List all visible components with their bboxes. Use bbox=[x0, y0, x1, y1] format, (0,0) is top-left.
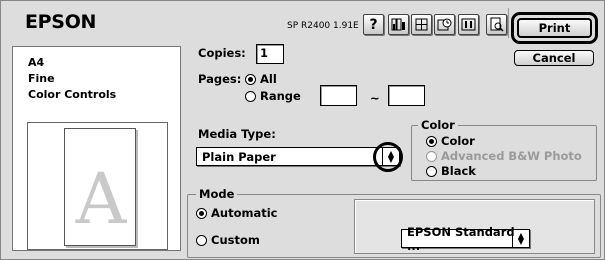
preview-page: A bbox=[64, 128, 136, 246]
print-button[interactable]: Print bbox=[517, 18, 592, 38]
background-print-button[interactable] bbox=[434, 14, 455, 35]
preview-button[interactable] bbox=[486, 14, 507, 35]
toolbar-separator bbox=[508, 8, 509, 38]
custom-radio-dot bbox=[196, 234, 207, 246]
color-option-color[interactable]: Color bbox=[426, 134, 475, 148]
pages-label: Pages: bbox=[198, 72, 242, 86]
automatic-label: Automatic bbox=[211, 206, 278, 220]
brand-logo: EPSON bbox=[25, 11, 97, 33]
cancel-button[interactable]: Cancel bbox=[514, 50, 594, 66]
range-to-field[interactable] bbox=[388, 85, 425, 106]
color-group-title: Color bbox=[418, 118, 458, 132]
color-option-advanced-bw: Advanced B&W Photo bbox=[426, 149, 582, 163]
advanced-bw-radio-dot bbox=[426, 150, 437, 162]
help-button[interactable]: ? bbox=[363, 14, 384, 35]
pages-all-label: All bbox=[260, 72, 277, 86]
preview-letter: A bbox=[75, 158, 127, 240]
page-setup-button[interactable] bbox=[411, 14, 432, 35]
print-dialog: EPSON SP R2400 1.91E ? Print Cancel A4 F… bbox=[0, 0, 605, 260]
color-radio-dot bbox=[426, 135, 437, 147]
ink-levels-icon bbox=[391, 18, 405, 31]
summary-paper-size: A4 bbox=[28, 56, 45, 69]
summary-quality: Fine bbox=[28, 72, 55, 85]
range-from-field[interactable] bbox=[320, 85, 357, 106]
media-type-label: Media Type: bbox=[198, 127, 276, 141]
media-type-popup[interactable]: Plain Paper ▲ ▼ bbox=[196, 147, 400, 166]
pages-all-radio[interactable]: All bbox=[245, 72, 277, 86]
custom-settings-value: EPSON Standard ... bbox=[407, 224, 515, 253]
color-option-black[interactable]: Black bbox=[426, 164, 476, 178]
page-preview: A bbox=[27, 122, 168, 250]
media-popup-highlight bbox=[373, 142, 403, 172]
advanced-bw-label: Advanced B&W Photo bbox=[441, 149, 582, 163]
pages-range-radio-dot bbox=[245, 90, 256, 102]
pages-all-radio-dot bbox=[245, 73, 256, 85]
driver-version: SP R2400 1.91E bbox=[287, 21, 359, 31]
range-separator: ~ bbox=[370, 91, 380, 105]
color-option-label: Color bbox=[441, 134, 475, 148]
mode-group-title: Mode bbox=[196, 187, 238, 201]
layout-button[interactable] bbox=[458, 14, 479, 35]
automatic-radio-dot bbox=[196, 207, 207, 219]
layout-icon bbox=[461, 18, 476, 31]
black-option-label: Black bbox=[441, 164, 476, 178]
mode-custom-radio[interactable]: Custom bbox=[196, 233, 260, 247]
media-type-value: Plain Paper bbox=[202, 149, 276, 164]
pages-range-label: Range bbox=[260, 89, 301, 103]
black-radio-dot bbox=[426, 165, 437, 177]
background-print-icon bbox=[437, 18, 452, 31]
help-icon: ? bbox=[369, 16, 378, 33]
copies-field[interactable]: 1 bbox=[256, 44, 284, 64]
mode-automatic-radio[interactable]: Automatic bbox=[196, 206, 277, 220]
copies-label: Copies: bbox=[198, 46, 246, 60]
preview-icon bbox=[490, 17, 504, 32]
pages-range-radio[interactable]: Range bbox=[245, 89, 301, 103]
summary-color-mode: Color Controls bbox=[28, 88, 117, 101]
custom-settings-popup[interactable]: EPSON Standard ... ▲ ▼ bbox=[401, 225, 530, 253]
custom-popup-arrows-icon: ▲ ▼ bbox=[512, 230, 529, 247]
ink-levels-button[interactable] bbox=[388, 14, 409, 35]
page-setup-icon bbox=[415, 18, 428, 31]
custom-label: Custom bbox=[211, 233, 260, 247]
